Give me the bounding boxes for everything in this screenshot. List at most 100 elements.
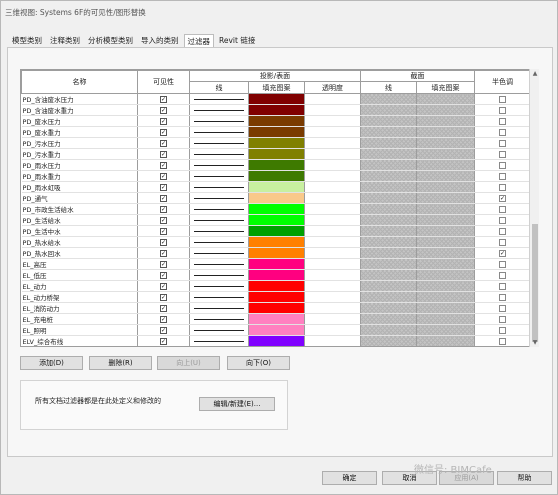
visibility-checkbox[interactable]: ✓ (160, 205, 167, 213)
halftone-checkbox[interactable] (499, 95, 506, 103)
projection-fill-swatch[interactable] (248, 126, 305, 138)
transparency-cell[interactable] (304, 148, 361, 160)
table-row[interactable]: PD_热水给水 ✓ (21, 236, 531, 248)
halftone-checkbox[interactable] (499, 139, 506, 147)
header-halftone[interactable]: 半色调 (474, 70, 531, 94)
transparency-cell[interactable] (304, 159, 361, 171)
halftone-checkbox[interactable]: ✓ (499, 194, 506, 202)
projection-line-cell[interactable] (189, 280, 249, 292)
projection-fill-swatch[interactable] (248, 335, 305, 346)
visibility-checkbox[interactable]: ✓ (160, 172, 167, 180)
transparency-cell[interactable] (304, 313, 361, 325)
halftone-checkbox[interactable] (499, 260, 506, 268)
projection-fill-swatch[interactable] (248, 225, 305, 237)
transparency-cell[interactable] (304, 126, 361, 138)
move-up-button[interactable]: 向上(U) (157, 356, 220, 370)
scroll-thumb[interactable] (532, 224, 538, 342)
projection-fill-swatch[interactable] (248, 313, 305, 325)
add-filter-button[interactable]: 添加(D) (20, 356, 83, 370)
projection-fill-swatch[interactable] (248, 181, 305, 193)
projection-line-cell[interactable] (189, 258, 249, 270)
projection-fill-swatch[interactable] (248, 170, 305, 182)
visibility-checkbox[interactable]: ✓ (160, 194, 167, 202)
projection-fill-swatch[interactable] (248, 203, 305, 215)
visibility-checkbox[interactable]: ✓ (160, 238, 167, 246)
halftone-checkbox[interactable] (499, 326, 506, 334)
projection-fill-swatch[interactable] (248, 148, 305, 160)
visibility-checkbox[interactable]: ✓ (160, 315, 167, 323)
transparency-cell[interactable] (304, 115, 361, 127)
visibility-checkbox[interactable]: ✓ (160, 139, 167, 147)
halftone-checkbox[interactable] (499, 293, 506, 301)
projection-fill-swatch[interactable] (248, 137, 305, 149)
table-row[interactable]: PD_生活给水 ✓ (21, 214, 531, 226)
transparency-cell[interactable] (304, 324, 361, 336)
projection-line-cell[interactable] (189, 214, 249, 226)
halftone-checkbox[interactable] (499, 150, 506, 158)
transparency-cell[interactable] (304, 335, 361, 346)
visibility-checkbox[interactable]: ✓ (160, 106, 167, 114)
table-row[interactable]: EL_消防动力 ✓ (21, 302, 531, 314)
halftone-checkbox[interactable] (499, 183, 506, 191)
table-row[interactable]: PD_通气 ✓ ✓ (21, 192, 531, 204)
halftone-checkbox[interactable] (499, 315, 506, 323)
transparency-cell[interactable] (304, 247, 361, 259)
halftone-checkbox[interactable] (499, 161, 506, 169)
transparency-cell[interactable] (304, 225, 361, 237)
transparency-cell[interactable] (304, 236, 361, 248)
projection-line-cell[interactable] (189, 236, 249, 248)
projection-line-cell[interactable] (189, 93, 249, 105)
transparency-cell[interactable] (304, 258, 361, 270)
table-row[interactable]: PD_雨水虹吸 ✓ (21, 181, 531, 193)
table-row[interactable]: ELV_综合布线 ✓ (21, 335, 531, 346)
projection-line-cell[interactable] (189, 115, 249, 127)
projection-line-cell[interactable] (189, 126, 249, 138)
projection-line-cell[interactable] (189, 148, 249, 160)
projection-fill-swatch[interactable] (249, 347, 305, 348)
transparency-cell[interactable] (304, 192, 361, 204)
visibility-checkbox[interactable]: ✓ (160, 117, 167, 125)
visibility-checkbox[interactable]: ✓ (160, 216, 167, 224)
projection-line-cell[interactable] (189, 302, 249, 314)
table-scrollbar[interactable]: ▲ ▼ (529, 69, 539, 347)
projection-line-cell[interactable] (189, 192, 249, 204)
transparency-cell[interactable] (304, 104, 361, 116)
halftone-checkbox[interactable] (499, 172, 506, 180)
edit-new-button[interactable]: 编辑/新建(E)... (199, 397, 275, 411)
transparency-cell[interactable] (304, 93, 361, 105)
projection-line-cell[interactable] (189, 247, 249, 259)
projection-line-cell[interactable] (189, 170, 249, 182)
projection-line-cell[interactable] (189, 159, 249, 171)
visibility-checkbox[interactable]: ✓ (160, 282, 167, 290)
halftone-checkbox[interactable] (499, 117, 506, 125)
table-row[interactable]: PD_废水重力 ✓ (21, 126, 531, 138)
visibility-checkbox[interactable]: ✓ (160, 293, 167, 301)
tab-1[interactable]: 注释类别 (47, 34, 83, 48)
projection-fill-swatch[interactable] (248, 159, 305, 171)
halftone-checkbox[interactable] (499, 337, 506, 345)
table-row[interactable]: EL_照明 ✓ (21, 324, 531, 336)
transparency-cell[interactable] (304, 203, 361, 215)
projection-line-cell[interactable] (189, 137, 249, 149)
scroll-up-icon[interactable]: ▲ (531, 70, 539, 77)
table-row[interactable]: PD_污水压力 ✓ (21, 137, 531, 149)
projection-line-cell[interactable] (189, 203, 249, 215)
table-row[interactable]: PD_含油废水重力 ✓ (21, 104, 531, 116)
halftone-checkbox[interactable] (499, 282, 506, 290)
halftone-checkbox[interactable] (499, 216, 506, 224)
transparency-cell[interactable] (304, 280, 361, 292)
projection-line-cell[interactable] (189, 335, 249, 346)
projection-fill-swatch[interactable] (248, 214, 305, 226)
visibility-checkbox[interactable]: ✓ (160, 304, 167, 312)
table-row[interactable]: EL_低压 ✓ (21, 269, 531, 281)
visibility-checkbox[interactable]: ✓ (160, 326, 167, 334)
transparency-cell[interactable] (304, 137, 361, 149)
visibility-checkbox[interactable]: ✓ (160, 128, 167, 136)
table-row[interactable]: PD_生活中水 ✓ (21, 225, 531, 237)
transparency-cell[interactable] (304, 269, 361, 281)
projection-fill-swatch[interactable] (248, 280, 305, 292)
projection-line-cell[interactable] (189, 313, 249, 325)
table-row[interactable]: PD_含油废水压力 ✓ (21, 93, 531, 105)
projection-fill-swatch[interactable] (248, 247, 305, 259)
halftone-checkbox[interactable] (499, 304, 506, 312)
